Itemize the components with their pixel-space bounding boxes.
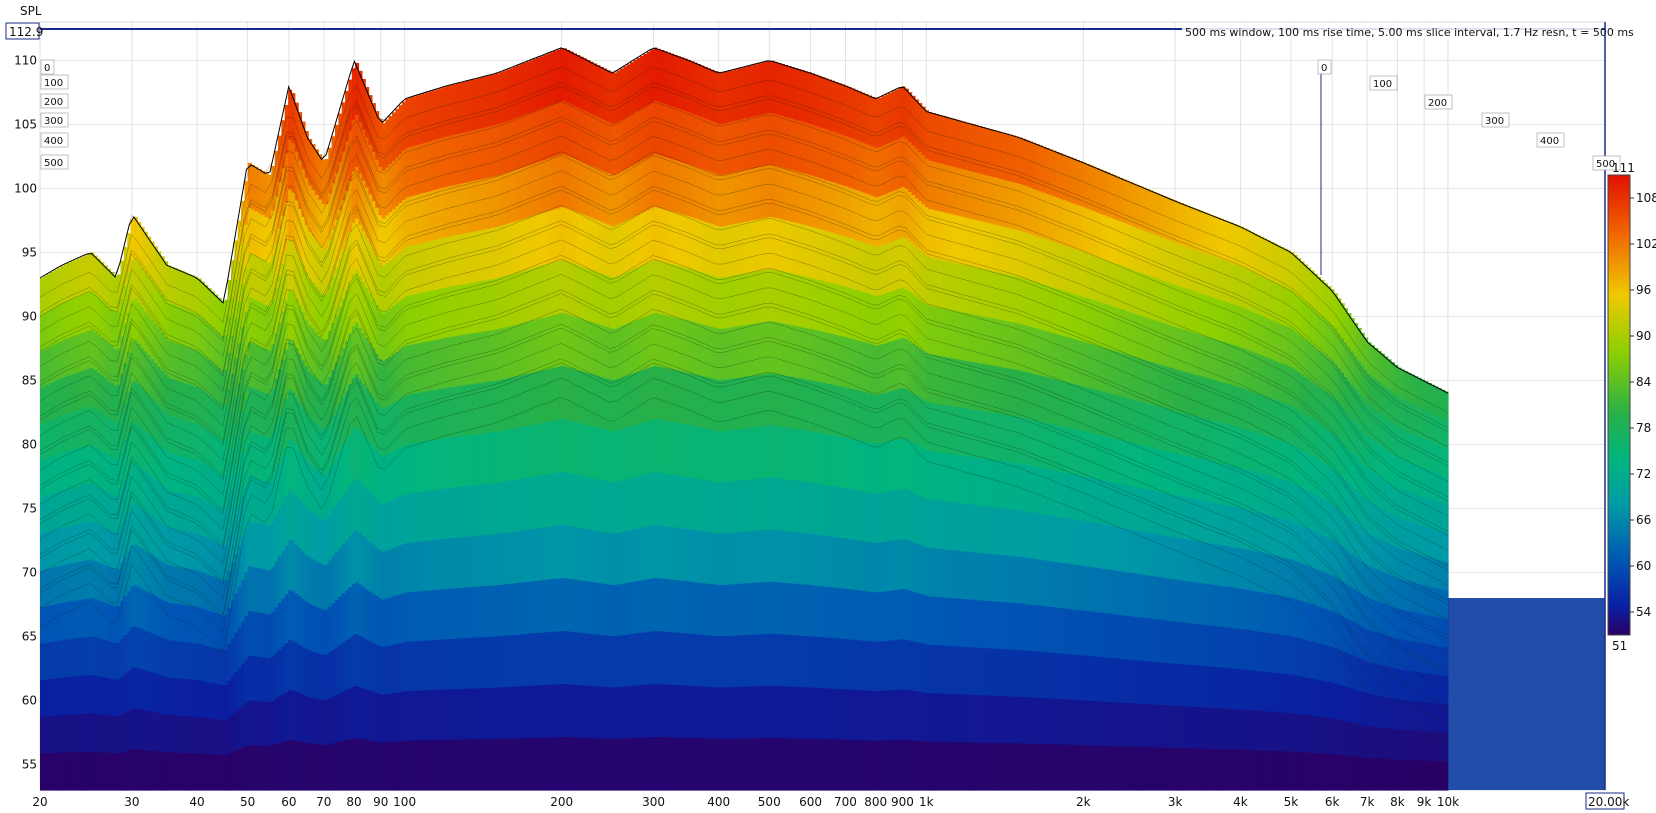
time-axis-label: 100 xyxy=(1373,79,1392,90)
x-tick-label: 8k xyxy=(1390,795,1405,809)
x-tick-label: 50 xyxy=(240,795,255,809)
colorbar-tick-label: 90 xyxy=(1636,329,1651,343)
colorbar-tick-label: 72 xyxy=(1636,467,1651,481)
x-tick-label: 400 xyxy=(707,795,730,809)
y-tick-label: 100 xyxy=(14,181,37,195)
x-tick-label: 40 xyxy=(189,795,204,809)
x-tick-label: 20 xyxy=(32,795,47,809)
x-tick-label: 80 xyxy=(346,795,361,809)
x-tick-label: 9k xyxy=(1417,795,1432,809)
x-tick-label: 300 xyxy=(642,795,665,809)
time-axis-label: 400 xyxy=(1540,136,1559,147)
y-tick-label: 110 xyxy=(14,53,37,67)
x-tick-label: 4k xyxy=(1233,795,1248,809)
x-tick-label: 900 xyxy=(891,795,914,809)
x-tick-label: 3k xyxy=(1168,795,1183,809)
time-axis-label: 300 xyxy=(44,116,63,127)
y-cursor-value: 112.9 xyxy=(9,25,43,39)
x-tick-label: 70 xyxy=(316,795,331,809)
colorbar-tick-label: 108 xyxy=(1636,191,1656,205)
time-axis-label: 300 xyxy=(1485,116,1504,127)
colorbar-max-label: 111 xyxy=(1612,161,1635,175)
x-tick-label: 1k xyxy=(919,795,934,809)
y-tick-label: 75 xyxy=(22,501,37,515)
x-tick-label: 90 xyxy=(373,795,388,809)
colorbar-ticks: 108 102 96 90 84 78 72 66 60 54 xyxy=(1630,191,1656,619)
y-tick-label: 105 xyxy=(14,117,37,131)
colorbar-tick-label: 66 xyxy=(1636,513,1651,527)
y-tick-label: 85 xyxy=(22,373,37,387)
y-tick-label: 80 xyxy=(22,437,37,451)
colorbar-tick-label: 84 xyxy=(1636,375,1651,389)
x-tick-label: 700 xyxy=(834,795,857,809)
colorbar-tick-label: 78 xyxy=(1636,421,1651,435)
x-tick-label: 60 xyxy=(281,795,296,809)
x-tick-label: 10k xyxy=(1437,795,1459,809)
waterfall-chart: 20 30 40 50 60 70 80 90 100 200 300 400 500 600 700 800… xyxy=(5,4,1656,810)
x-tick-label: 30 xyxy=(124,795,139,809)
x-tick-label: 2k xyxy=(1076,795,1091,809)
time-axis-label: 200 xyxy=(1428,98,1447,109)
time-axis-label: 400 xyxy=(44,136,63,147)
y-tick-label: 65 xyxy=(22,629,37,643)
y-tick-label: 95 xyxy=(22,245,37,259)
x-tick-label: 100 xyxy=(393,795,416,809)
colorbar-min-label: 51 xyxy=(1612,639,1627,653)
time-axis-label: 200 xyxy=(44,97,63,108)
y-tick-label: 70 xyxy=(22,565,37,579)
y-axis-label: SPL xyxy=(20,4,42,18)
time-axis-label: 0 xyxy=(44,63,50,74)
y-axis: 55 60 65 70 75 80 85 90 95 100 105 110 xyxy=(14,53,37,771)
time-axis-label: 0 xyxy=(1321,63,1327,74)
time-axis-label: 500 xyxy=(44,158,63,169)
y-tick-label: 90 xyxy=(22,309,37,323)
x-tick-label: 600 xyxy=(799,795,822,809)
y-tick-label: 60 xyxy=(22,693,37,707)
x-tick-label: 5k xyxy=(1284,795,1299,809)
x-axis: 20 30 40 50 60 70 80 90 100 200 300 400 500 600 700 800… xyxy=(32,795,1459,809)
info-text: 500 ms window, 100 ms rise time, 5.00 ms… xyxy=(1185,26,1634,39)
colorbar-tick-label: 96 xyxy=(1636,283,1651,297)
x-tick-label: 500 xyxy=(758,795,781,809)
x-tick-label: 200 xyxy=(550,795,573,809)
x-cursor-value: 20.00k xyxy=(1588,795,1629,809)
x-tick-label: 7k xyxy=(1360,795,1375,809)
colorbar xyxy=(1607,174,1631,636)
x-tick-label: 6k xyxy=(1325,795,1340,809)
time-axis-label: 100 xyxy=(44,78,63,89)
colorbar-tick-label: 54 xyxy=(1636,605,1651,619)
colorbar-tick-label: 60 xyxy=(1636,559,1651,573)
colorbar-tick-label: 102 xyxy=(1636,237,1656,251)
y-tick-label: 55 xyxy=(22,757,37,771)
x-tick-label: 800 xyxy=(864,795,887,809)
